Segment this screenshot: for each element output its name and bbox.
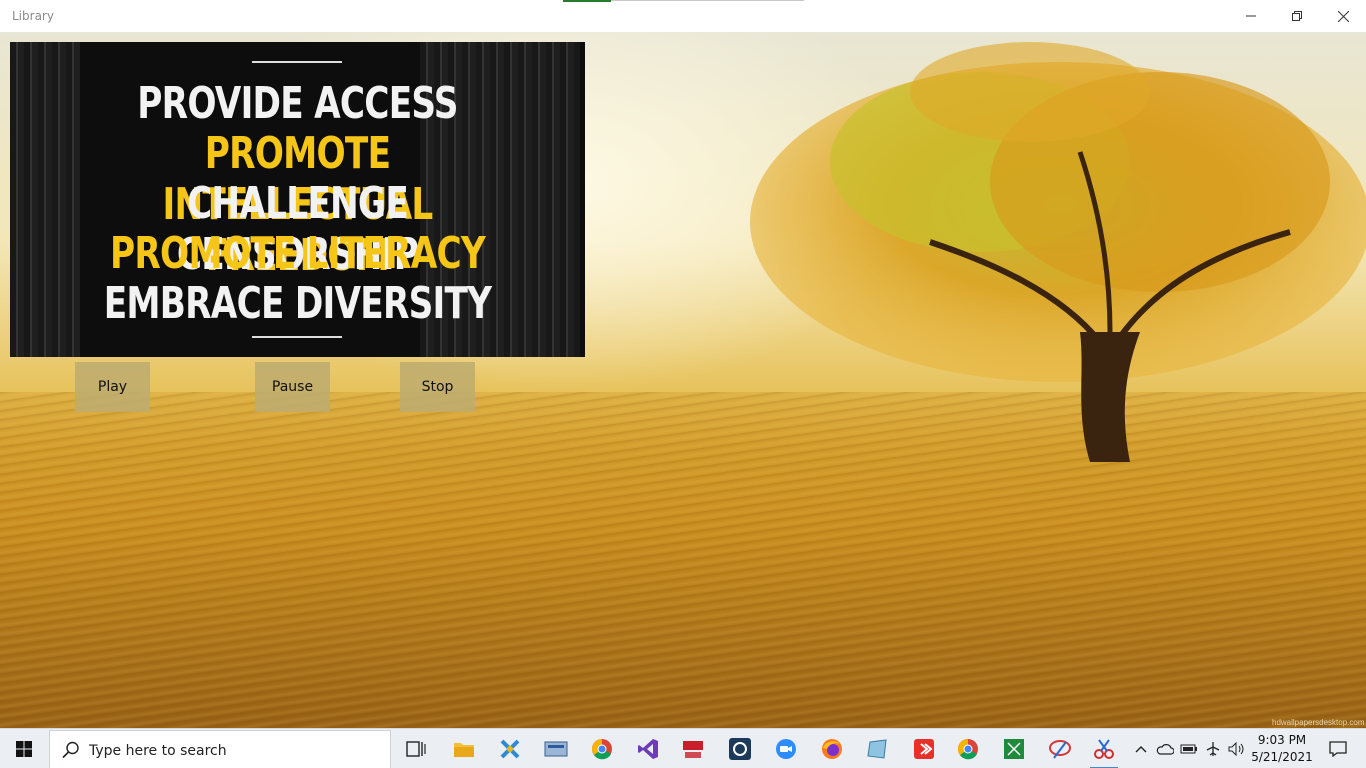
app-button-5[interactable] xyxy=(860,733,896,765)
app-icon xyxy=(914,739,934,759)
task-view-button[interactable] xyxy=(398,733,434,765)
chevron-up-icon xyxy=(1135,746,1147,753)
app-icon xyxy=(1049,740,1071,759)
firefox-icon xyxy=(822,739,842,759)
window-title: Library xyxy=(12,9,54,23)
zoom-icon xyxy=(776,739,796,759)
search-placeholder: Type here to search xyxy=(89,743,227,759)
windows-icon xyxy=(16,741,32,757)
pause-button[interactable]: Pause xyxy=(255,362,330,412)
zoom-button[interactable] xyxy=(768,733,804,765)
app-icon xyxy=(867,739,887,759)
taskbar-clock[interactable]: 9:03 PM 5/21/2021 xyxy=(1248,732,1316,766)
video-line-4: PROMOTE LITERACY xyxy=(110,228,486,279)
app-icon xyxy=(500,739,520,759)
stop-button[interactable]: Stop xyxy=(400,362,475,412)
task-view-icon xyxy=(406,741,426,757)
video-player[interactable]: PROVIDE ACCESS PROMOTE INTELLECTUAL FREE… xyxy=(10,42,585,357)
app-button-8[interactable] xyxy=(1042,733,1078,765)
bookshelf-left xyxy=(10,42,80,357)
bottom-rule xyxy=(252,336,342,338)
battery-icon xyxy=(1180,744,1197,754)
notification-icon xyxy=(1329,741,1347,757)
maximize-icon xyxy=(1292,11,1302,21)
app-icon xyxy=(729,738,751,760)
file-explorer-icon xyxy=(454,743,474,757)
cloud-icon xyxy=(1156,744,1174,755)
file-explorer-button[interactable] xyxy=(446,733,482,765)
volume-icon xyxy=(1228,742,1244,756)
onedrive-button[interactable] xyxy=(1154,729,1176,768)
taskbar: Type here to search 9:03 PM 5/21/2021 xyxy=(0,728,1366,768)
chrome-button-2[interactable] xyxy=(950,733,986,765)
title-bar: Library xyxy=(0,0,1366,32)
battery-button[interactable] xyxy=(1178,729,1200,768)
top-rule xyxy=(252,61,342,63)
app-icon xyxy=(683,741,703,758)
app-button-6[interactable] xyxy=(906,733,942,765)
app-button-3[interactable] xyxy=(676,733,712,765)
visual-studio-button[interactable] xyxy=(630,733,666,765)
close-icon xyxy=(1337,10,1349,22)
clock-time: 9:03 PM xyxy=(1257,733,1307,747)
app-button-2[interactable] xyxy=(538,733,574,765)
clock-date: 5/21/2021 xyxy=(1251,750,1313,764)
search-icon xyxy=(62,741,79,759)
app-icon xyxy=(544,741,568,757)
tree-image xyxy=(750,42,1366,462)
start-button[interactable] xyxy=(0,729,48,768)
chrome-icon xyxy=(958,739,978,760)
app-button-7[interactable] xyxy=(996,733,1032,765)
title-accent xyxy=(563,0,611,2)
firefox-button[interactable] xyxy=(814,733,850,765)
action-center-button[interactable] xyxy=(1318,729,1358,768)
show-hidden-icons-button[interactable] xyxy=(1132,729,1150,768)
title-divider xyxy=(611,0,804,1)
visual-studio-icon xyxy=(638,739,658,759)
minimize-button[interactable] xyxy=(1228,0,1274,32)
minimize-icon xyxy=(1246,15,1256,17)
watermark-text: hdwallpapersdesktop.com xyxy=(1272,718,1365,727)
app-button-4[interactable] xyxy=(722,733,758,765)
chrome-icon xyxy=(592,739,612,760)
scissors-icon xyxy=(1094,739,1114,759)
close-button[interactable] xyxy=(1320,0,1366,32)
chrome-button-1[interactable] xyxy=(584,733,620,765)
airplane-mode-button[interactable] xyxy=(1202,729,1224,768)
airplane-icon xyxy=(1206,742,1220,756)
maximize-button[interactable] xyxy=(1274,0,1320,32)
snipping-tool-button[interactable] xyxy=(1086,733,1122,768)
video-line-5: EMBRACE DIVERSITY xyxy=(103,278,492,329)
app-button-1[interactable] xyxy=(492,733,528,765)
volume-button[interactable] xyxy=(1226,729,1248,768)
video-line-1: PROVIDE ACCESS xyxy=(137,78,458,129)
app-icon xyxy=(1004,739,1024,759)
play-button[interactable]: Play xyxy=(75,362,150,412)
search-box[interactable]: Type here to search xyxy=(49,730,391,768)
